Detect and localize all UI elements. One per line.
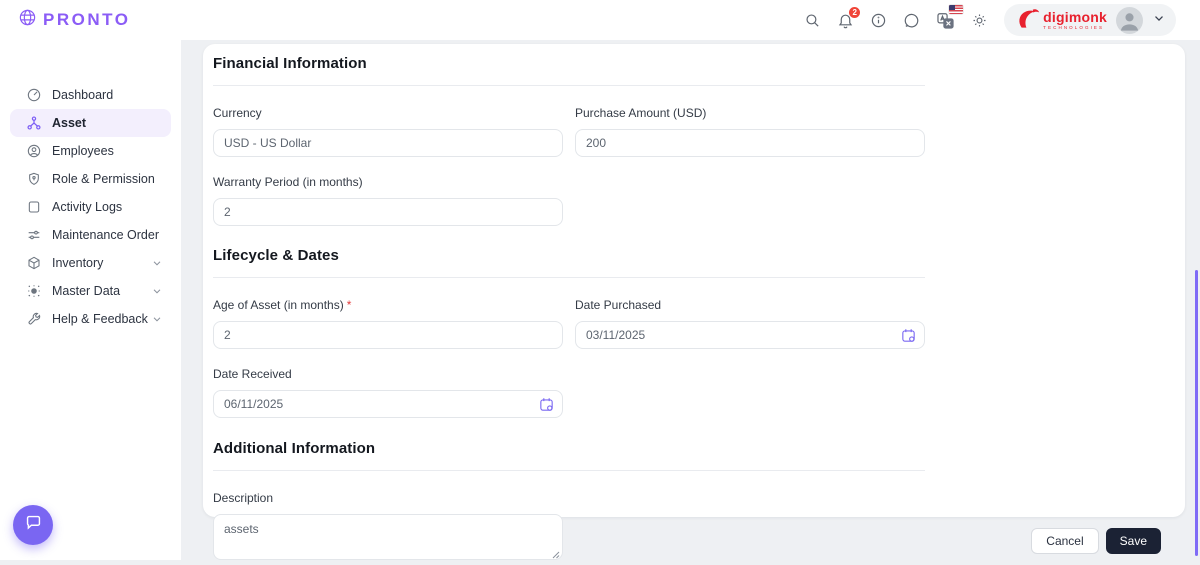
section-title-financial: Financial Information [213,55,1185,72]
description-textarea[interactable]: assets [213,514,563,560]
digimonk-mark-icon [1016,5,1040,36]
sidebar-item-label: Master Data [52,284,120,298]
purchase-amount-field: Purchase Amount (USD) [575,106,925,157]
globe-icon [18,8,37,32]
sidebar-item-label: Inventory [52,256,103,270]
app-logo[interactable]: PRONTO [18,8,130,32]
calendar-icon[interactable] [538,396,555,413]
sidebar-item-label: Dashboard [52,88,113,102]
logo-text: PRONTO [43,10,130,30]
purchase-amount-input[interactable] [575,129,925,157]
chevron-down-icon[interactable] [151,313,163,325]
sidebar-item-label: Activity Logs [52,200,122,214]
top-header: PRONTO 2 [0,0,1200,40]
save-button[interactable]: Save [1106,528,1161,554]
date-received-input[interactable] [213,390,563,418]
cube-icon [26,255,42,271]
focus-dot-icon [26,283,42,299]
sidebar-item-label: Employees [52,144,114,158]
chevron-down-icon[interactable] [151,257,163,269]
user-avatar[interactable] [1116,7,1143,34]
sidebar-item-inventory[interactable]: Inventory [10,249,171,277]
currency-label: Currency [213,106,563,120]
sidebar-item-master-data[interactable]: Master Data [10,277,171,305]
support-bubble-icon[interactable] [903,12,920,29]
brand-tagline: TECHNOLOGIES [1043,26,1107,31]
digimonk-text: digimonk TECHNOLOGIES [1043,10,1107,31]
warranty-period-field: Warranty Period (in months) [213,175,563,226]
date-purchased-field: Date Purchased [575,298,925,349]
brand-name: digimonk [1043,10,1107,24]
date-received-field: Date Received [213,367,563,418]
sidebar-item-label: Asset [52,116,86,130]
financial-fields-grid: Currency Purchase Amount (USD) Warranty … [213,106,925,244]
header-actions: 2 [804,4,1200,36]
sidebar-item-label: Maintenance Order [52,228,159,242]
lifecycle-fields-grid: Age of Asset (in months)* Date Purchased… [213,298,925,436]
sliders-icon [26,227,42,243]
warranty-period-input[interactable] [213,198,563,226]
user-circle-icon [26,143,42,159]
sidebar-item-activity-logs[interactable]: Activity Logs [10,193,171,221]
sidebar-nav: Dashboard Asset Employees Role & Permiss… [0,40,181,560]
sidebar-item-maintenance-order[interactable]: Maintenance Order [10,221,171,249]
search-icon[interactable] [804,12,821,29]
form-action-bar: Cancel Save [1031,528,1161,554]
chevron-down-icon[interactable] [151,285,163,297]
sidebar-item-role-permission[interactable]: Role & Permission [10,165,171,193]
asset-form-card: Financial Information Currency Purchase … [203,44,1185,517]
currency-field: Currency [213,106,563,157]
sidebar-item-employees[interactable]: Employees [10,137,171,165]
chevron-down-icon[interactable] [1152,11,1166,30]
chat-bubble-icon [24,513,43,537]
vertical-scrollbar-thumb[interactable] [1195,270,1198,556]
section-title-additional: Additional Information [213,440,1185,457]
sitemap-icon [26,115,42,131]
sidebar-item-label: Help & Feedback [52,312,148,326]
date-received-label: Date Received [213,367,563,381]
translate-icon[interactable] [936,11,955,30]
sidebar-item-label: Role & Permission [52,172,155,186]
gauge-icon [26,87,42,103]
wrench-icon [26,311,42,327]
required-marker: * [347,298,352,312]
account-pill[interactable]: digimonk TECHNOLOGIES [1004,4,1176,36]
sidebar-item-dashboard[interactable]: Dashboard [10,81,171,109]
shield-icon [26,171,42,187]
notifications-bell-icon[interactable]: 2 [837,12,854,29]
section-title-lifecycle: Lifecycle & Dates [213,247,1185,264]
section-divider [213,277,925,278]
sidebar-item-help-feedback[interactable]: Help & Feedback [10,305,171,333]
resize-handle-icon[interactable] [552,551,560,559]
note-icon [26,199,42,215]
us-flag-icon [949,5,963,14]
age-of-asset-label: Age of Asset (in months)* [213,298,563,312]
warranty-period-label: Warranty Period (in months) [213,175,563,189]
date-purchased-input[interactable] [575,321,925,349]
digimonk-logo: digimonk TECHNOLOGIES [1016,5,1107,36]
notification-badge: 2 [848,6,861,19]
description-label: Description [213,491,1185,505]
info-icon[interactable] [870,12,887,29]
age-of-asset-field: Age of Asset (in months)* [213,298,563,349]
chat-fab-button[interactable] [13,505,53,545]
section-divider [213,470,925,471]
cancel-button[interactable]: Cancel [1031,528,1098,554]
purchase-amount-label: Purchase Amount (USD) [575,106,925,120]
theme-sun-icon[interactable] [971,12,988,29]
date-purchased-label: Date Purchased [575,298,925,312]
currency-input[interactable] [213,129,563,157]
age-of-asset-input[interactable] [213,321,563,349]
calendar-icon[interactable] [900,327,917,344]
sidebar-item-asset[interactable]: Asset [10,109,171,137]
section-divider [213,85,925,86]
